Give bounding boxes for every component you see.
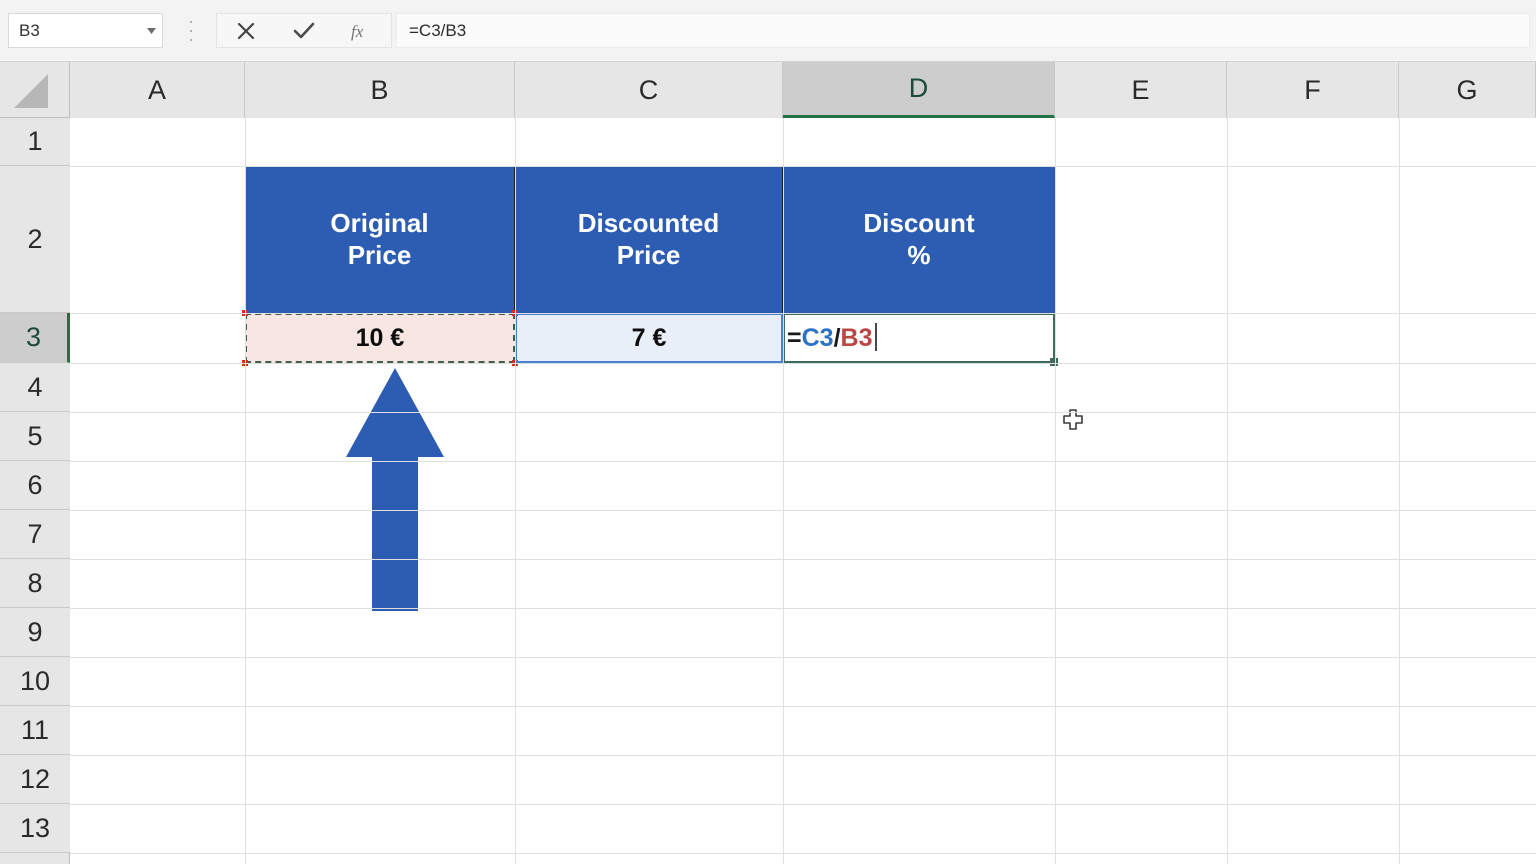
column-header-a[interactable]: A [70, 62, 245, 118]
cell-d3[interactable]: =C3/B3 [783, 313, 1055, 363]
table-header-text-c2: Discounted Price [577, 207, 720, 270]
gridline-horizontal [70, 461, 1536, 462]
confirm-button[interactable] [275, 14, 333, 47]
formula-bar-strip: B3 fx =C3/B3 [0, 0, 1536, 62]
name-box[interactable]: B3 [8, 13, 163, 48]
row-header-6[interactable]: 6 [0, 461, 70, 510]
gridline-vertical [245, 118, 246, 864]
row-header-label: 12 [19, 763, 51, 794]
gridline-vertical [515, 118, 516, 864]
row-header-2[interactable]: 2 [0, 166, 70, 313]
column-header-b[interactable]: B [245, 62, 515, 118]
table-header-text-d2: Discount % [863, 207, 975, 270]
chevron-down-icon[interactable] [140, 27, 162, 34]
column-header-c[interactable]: C [515, 62, 783, 118]
gridline-horizontal [70, 853, 1536, 854]
column-header-label: A [147, 74, 166, 105]
cell-canvas: Original Price Discounted Price Discount… [70, 118, 1536, 864]
column-header-label: B [370, 74, 389, 105]
select-all-triangle-icon [14, 74, 48, 108]
row-header-11[interactable]: 11 [0, 706, 70, 755]
row-header-9[interactable]: 9 [0, 608, 70, 657]
name-box-resize-handle[interactable] [183, 18, 199, 44]
formula-equals: = [787, 324, 802, 352]
row-header-1[interactable]: 1 [0, 118, 70, 166]
column-header-f[interactable]: F [1227, 62, 1399, 118]
select-all-corner[interactable] [0, 62, 70, 118]
table-header-cell-b2[interactable]: Original Price [245, 166, 515, 313]
row-header-10[interactable]: 10 [0, 657, 70, 706]
row-header-4[interactable]: 4 [0, 363, 70, 412]
column-header-e[interactable]: E [1055, 62, 1227, 118]
formula-input-text: =C3/B3 [409, 20, 467, 40]
row-header-7[interactable]: 7 [0, 510, 70, 559]
svg-text:fx: fx [351, 22, 364, 41]
name-box-value: B3 [19, 20, 40, 40]
arrow-shape [346, 368, 444, 611]
gridline-horizontal [70, 166, 1536, 167]
row-header-label: 4 [27, 371, 43, 402]
row-header-label: 13 [19, 812, 51, 843]
cell-b3-value: 10 € [355, 323, 405, 352]
row-header-label: 1 [27, 126, 43, 156]
row-header-label: 8 [27, 567, 43, 598]
formula-ref-b3: B3 [840, 324, 873, 352]
row-header-label: 2 [27, 223, 43, 254]
table-header-cell-d2[interactable]: Discount % [783, 166, 1055, 313]
row-header-3[interactable]: 3 [0, 313, 70, 363]
gridline-vertical [783, 118, 784, 864]
gridline-vertical [1227, 118, 1228, 864]
formula-action-buttons: fx [216, 13, 392, 48]
column-header-label: C [638, 74, 659, 105]
row-header-8[interactable]: 8 [0, 559, 70, 608]
gridline-vertical [1399, 118, 1400, 864]
text-cursor-caret [874, 323, 877, 351]
row-header-label: 10 [19, 665, 51, 696]
cell-b3[interactable]: 10 € [245, 313, 515, 363]
column-header-label: G [1456, 74, 1478, 105]
formula-ref-c3: C3 [801, 324, 834, 352]
formula-input[interactable]: =C3/B3 [396, 13, 1530, 48]
cell-c3[interactable]: 7 € [515, 313, 783, 363]
row-header-13[interactable]: 13 [0, 804, 70, 853]
gridline-horizontal [70, 804, 1536, 805]
table-header-cell-c2[interactable]: Discounted Price [515, 166, 783, 313]
row-header-label: 6 [27, 469, 43, 500]
row-header-label: 7 [27, 518, 43, 549]
gridline-horizontal [70, 608, 1536, 609]
table-header-text-b2: Original Price [330, 207, 429, 270]
gridline-horizontal [70, 313, 1536, 314]
column-header-d[interactable]: D [783, 62, 1055, 118]
fx-icon[interactable]: fx [333, 14, 391, 47]
column-header-label: E [1131, 74, 1150, 105]
row-header-5[interactable]: 5 [0, 412, 70, 461]
row-header-12[interactable]: 12 [0, 755, 70, 804]
cancel-button[interactable] [217, 14, 275, 47]
column-header-label: F [1304, 74, 1321, 105]
cell-d3-formula-text: =C3/B3 [783, 323, 877, 353]
row-headers: 1 2 3 4 5 6 7 8 9 10 11 12 13 [0, 118, 70, 864]
up-arrow-callout [346, 368, 444, 611]
cell-c3-value: 7 € [631, 323, 667, 352]
spreadsheet-grid: ABCDEFG 1 2 3 4 5 6 7 8 9 10 11 12 13 Original Price… [0, 62, 1536, 864]
row-header-label: 11 [20, 714, 50, 745]
row-header-label: 5 [27, 420, 43, 451]
gridline-horizontal [70, 559, 1536, 560]
gridline-horizontal [70, 706, 1536, 707]
gridline-horizontal [70, 510, 1536, 511]
column-headers: A B C D E F G [70, 62, 1536, 118]
gridline-horizontal [70, 755, 1536, 756]
gridline-horizontal [70, 363, 1536, 364]
formula-operator: / [833, 324, 841, 352]
row-header-label: 9 [27, 616, 43, 647]
gridline-horizontal [70, 412, 1536, 413]
column-header-g[interactable]: G [1399, 62, 1536, 118]
gridline-vertical [1055, 118, 1056, 864]
column-header-label: D [908, 73, 929, 103]
row-header-label: 3 [25, 322, 42, 352]
gridline-horizontal [70, 657, 1536, 658]
